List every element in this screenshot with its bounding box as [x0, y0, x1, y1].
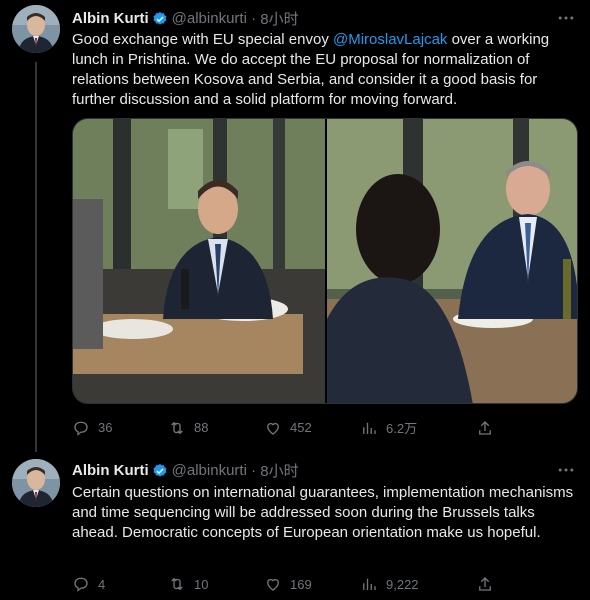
tweet-text-part: Good exchange with EU special envoy [72, 31, 333, 48]
views-button[interactable]: 9,222 [360, 575, 476, 593]
like-count: 452 [290, 420, 312, 435]
more-icon[interactable] [556, 8, 576, 28]
avatar[interactable] [12, 5, 60, 53]
like-button[interactable]: 169 [264, 575, 360, 593]
author-name[interactable]: Albin Kurti [72, 462, 149, 479]
retweet-count: 10 [194, 576, 209, 592]
views-icon [363, 578, 376, 590]
tweet-2[interactable]: Albin Kurti @albinkurti · 8小时 Certain qu… [0, 455, 590, 600]
retweet-icon [171, 421, 183, 434]
views-button[interactable]: 6.2万 [360, 418, 476, 437]
share-icon [479, 577, 491, 591]
retweet-button[interactable]: 10 [168, 575, 264, 593]
avatar[interactable] [12, 459, 60, 507]
thread-connector-line [35, 62, 37, 452]
like-button[interactable]: 452 [264, 418, 360, 437]
reply-icon [74, 577, 88, 592]
mention-link[interactable]: @MiroslavLajcak [333, 31, 447, 48]
tweet-header: Albin Kurti @albinkurti · 8小时 [72, 460, 299, 481]
tweet-actions: 36 88 452 6.2万 [72, 418, 512, 437]
more-icon[interactable] [556, 460, 576, 480]
tweet-media[interactable] [72, 118, 578, 404]
verified-badge-icon [153, 11, 167, 25]
reply-button[interactable]: 36 [72, 418, 168, 437]
tweet-1[interactable]: Albin Kurti @albinkurti · 8小时 Good excha… [0, 0, 590, 452]
timestamp[interactable]: 8小时 [260, 460, 298, 481]
like-count: 169 [290, 576, 312, 592]
author-handle[interactable]: @albinkurti [172, 462, 247, 479]
share-icon [479, 420, 491, 435]
share-button[interactable] [476, 418, 494, 437]
views-count: 6.2万 [386, 421, 418, 436]
photo-right[interactable] [327, 119, 578, 404]
reply-count: 36 [98, 420, 113, 435]
tweet-header: Albin Kurti @albinkurti · 8小时 [72, 8, 299, 29]
like-icon [267, 422, 279, 435]
tweet-text: Good exchange with EU special envoy @Mir… [72, 30, 577, 110]
tweet-actions: 4 10 169 9,222 [72, 575, 512, 593]
author-name[interactable]: Albin Kurti [72, 10, 149, 27]
retweet-count: 88 [194, 420, 209, 435]
views-icon [363, 422, 376, 434]
retweet-button[interactable]: 88 [168, 418, 264, 437]
verified-badge-icon [153, 463, 167, 477]
reply-button[interactable]: 4 [72, 575, 168, 593]
reply-count: 4 [98, 576, 106, 592]
like-icon [267, 578, 279, 591]
share-button[interactable] [476, 575, 494, 593]
separator-dot: · [246, 10, 261, 27]
reply-icon [74, 421, 88, 436]
tweet-text: Certain questions on international guara… [72, 484, 574, 541]
photo-left[interactable] [73, 119, 325, 404]
retweet-icon [171, 577, 183, 591]
author-handle[interactable]: @albinkurti [172, 10, 247, 27]
separator-dot: · [246, 462, 261, 479]
views-count: 9,222 [386, 576, 419, 592]
timestamp[interactable]: 8小时 [260, 8, 298, 29]
